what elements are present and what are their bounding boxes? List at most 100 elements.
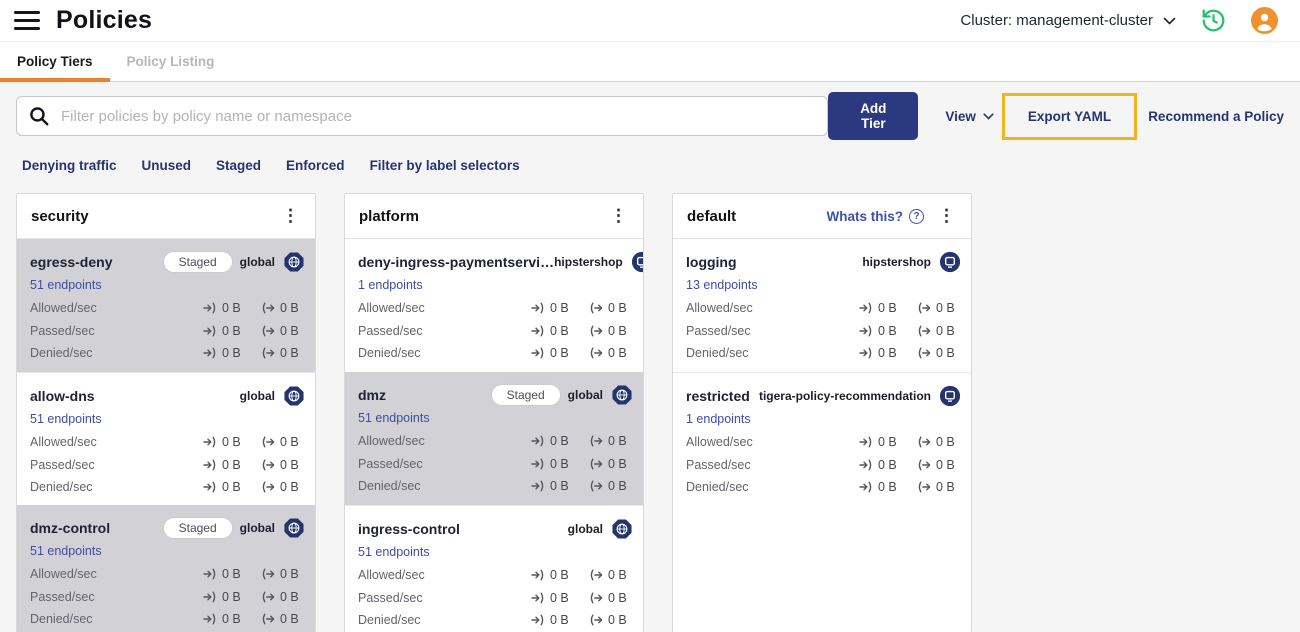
filter-link[interactable]: Filter by label selectors bbox=[370, 158, 520, 173]
global-scope-icon bbox=[283, 517, 305, 539]
ingress-icon bbox=[203, 568, 216, 580]
egress-icon bbox=[590, 347, 603, 359]
policy-name: restricted bbox=[686, 388, 750, 404]
tier-column: security ? ⋮ egress-deny Staged global bbox=[16, 193, 316, 632]
egress-icon bbox=[590, 325, 603, 337]
ingress-icon bbox=[531, 458, 544, 470]
policy-scope-label: hipstershop bbox=[862, 255, 931, 269]
egress-value: 0 B bbox=[280, 589, 299, 604]
kebab-menu-icon[interactable]: ⋮ bbox=[934, 206, 959, 226]
egress-icon bbox=[262, 568, 275, 580]
policy-card[interactable]: logging hipstershop 13 endpoints Allowed… bbox=[673, 239, 971, 372]
chevron-down-icon bbox=[1163, 17, 1176, 25]
egress-value: 0 B bbox=[608, 590, 627, 605]
export-yaml-button[interactable]: Export YAML bbox=[1028, 109, 1111, 124]
egress-icon bbox=[590, 614, 603, 626]
metric-row: Denied/sec 0 B 0 B bbox=[30, 608, 305, 631]
endpoints-link[interactable]: 51 endpoints bbox=[358, 545, 430, 559]
policy-scope-label: global bbox=[239, 521, 275, 535]
add-tier-button[interactable]: Add Tier bbox=[828, 92, 919, 140]
metric-label: Passed/sec bbox=[30, 589, 95, 604]
egress-value: 0 B bbox=[280, 612, 299, 627]
filter-link[interactable]: Unused bbox=[142, 158, 192, 173]
global-scope-icon bbox=[611, 384, 633, 406]
filter-link[interactable]: Enforced bbox=[286, 158, 345, 173]
metric-row: Passed/sec 0 B 0 B bbox=[358, 320, 633, 343]
ingress-value: 0 B bbox=[878, 457, 897, 472]
page-title: Policies bbox=[56, 6, 153, 34]
user-avatar-icon[interactable] bbox=[1251, 7, 1278, 34]
egress-icon bbox=[590, 480, 603, 492]
policy-card[interactable]: dmz Staged global 51 endpoints Allowed/s… bbox=[345, 372, 643, 505]
egress-value: 0 B bbox=[608, 434, 627, 449]
global-scope-icon bbox=[283, 251, 305, 273]
metric-label: Denied/sec bbox=[30, 480, 93, 495]
whats-this-link[interactable]: Whats this? ? bbox=[827, 208, 924, 224]
ingress-value: 0 B bbox=[878, 435, 897, 450]
hamburger-menu-icon[interactable] bbox=[14, 11, 40, 30]
tier-name: security bbox=[31, 207, 89, 225]
tier-policies: deny-ingress-paymentservi… hipstershop 1… bbox=[345, 239, 643, 632]
tab-policy-listing[interactable]: Policy Listing bbox=[110, 42, 232, 81]
staged-badge: Staged bbox=[163, 252, 232, 272]
endpoints-link[interactable]: 51 endpoints bbox=[30, 278, 102, 292]
policy-card[interactable]: dmz-control Staged global 51 endpoints A… bbox=[17, 505, 315, 632]
metric-row: Allowed/sec 0 B 0 B bbox=[358, 564, 633, 587]
endpoints-link[interactable]: 1 endpoints bbox=[686, 412, 751, 426]
policy-card[interactable]: deny-ingress-paymentservi… hipstershop 1… bbox=[345, 239, 643, 372]
egress-value: 0 B bbox=[936, 457, 955, 472]
tab-policy-tiers[interactable]: Policy Tiers bbox=[0, 42, 110, 82]
toolbar: Add Tier View Export YAML Recommend a Po… bbox=[16, 92, 1284, 140]
metric-row: Allowed/sec 0 B 0 B bbox=[686, 431, 961, 454]
egress-value: 0 B bbox=[608, 346, 627, 361]
endpoints-link[interactable]: 51 endpoints bbox=[30, 412, 102, 426]
recommend-policy-button[interactable]: Recommend a Policy bbox=[1148, 109, 1284, 124]
ingress-icon bbox=[859, 436, 872, 448]
egress-value: 0 B bbox=[280, 457, 299, 472]
egress-value: 0 B bbox=[608, 568, 627, 583]
ingress-icon bbox=[859, 302, 872, 314]
ingress-value: 0 B bbox=[222, 589, 241, 604]
kebab-menu-icon[interactable]: ⋮ bbox=[278, 206, 303, 226]
policy-scope-label: global bbox=[239, 389, 275, 403]
metric-label: Allowed/sec bbox=[358, 568, 425, 583]
policy-card[interactable]: egress-deny Staged global 51 endpoints A… bbox=[17, 239, 315, 372]
policy-card[interactable]: restricted tigera-policy-recommendation bbox=[673, 372, 971, 505]
egress-value: 0 B bbox=[280, 567, 299, 582]
metric-rows: Allowed/sec 0 B 0 B Passed/sec 0 B 0 B D… bbox=[358, 564, 633, 632]
ingress-icon bbox=[203, 302, 216, 314]
endpoints-link[interactable]: 51 endpoints bbox=[358, 411, 430, 425]
metric-rows: Allowed/sec 0 B 0 B Passed/sec 0 B 0 B D… bbox=[30, 297, 305, 365]
metric-label: Passed/sec bbox=[686, 323, 751, 338]
ingress-value: 0 B bbox=[878, 346, 897, 361]
metric-label: Passed/sec bbox=[686, 457, 751, 472]
view-dropdown[interactable]: View bbox=[945, 109, 994, 124]
metric-label: Passed/sec bbox=[358, 590, 423, 605]
egress-icon bbox=[262, 347, 275, 359]
cluster-selector[interactable]: Cluster: management-cluster bbox=[960, 12, 1176, 29]
history-icon[interactable] bbox=[1200, 7, 1227, 34]
ingress-icon bbox=[203, 325, 216, 337]
policy-card[interactable]: allow-dns global 51 endpoints Allowed/se… bbox=[17, 372, 315, 505]
policy-name: deny-ingress-paymentservi… bbox=[358, 254, 555, 270]
chevron-down-icon bbox=[983, 112, 994, 120]
metric-row: Passed/sec 0 B 0 B bbox=[30, 454, 305, 477]
endpoints-link[interactable]: 13 endpoints bbox=[686, 278, 758, 292]
kebab-menu-icon[interactable]: ⋮ bbox=[606, 206, 631, 226]
policy-name: egress-deny bbox=[30, 254, 113, 270]
policy-filter-input[interactable] bbox=[16, 96, 829, 136]
endpoints-link[interactable]: 1 endpoints bbox=[358, 278, 423, 292]
filter-link[interactable]: Staged bbox=[216, 158, 261, 173]
egress-icon bbox=[262, 481, 275, 493]
egress-icon bbox=[590, 458, 603, 470]
ingress-icon bbox=[859, 481, 872, 493]
main-content: Add Tier View Export YAML Recommend a Po… bbox=[0, 82, 1300, 632]
metric-label: Passed/sec bbox=[358, 456, 423, 471]
metric-rows: Allowed/sec 0 B 0 B Passed/sec 0 B 0 B D… bbox=[30, 563, 305, 631]
endpoints-link[interactable]: 51 endpoints bbox=[30, 544, 102, 558]
ingress-icon bbox=[531, 569, 544, 581]
filter-link[interactable]: Denying traffic bbox=[22, 158, 117, 173]
ingress-icon bbox=[859, 347, 872, 359]
metric-row: Denied/sec 0 B 0 B bbox=[30, 342, 305, 365]
policy-card[interactable]: ingress-control global 51 endpoints Allo… bbox=[345, 505, 643, 632]
